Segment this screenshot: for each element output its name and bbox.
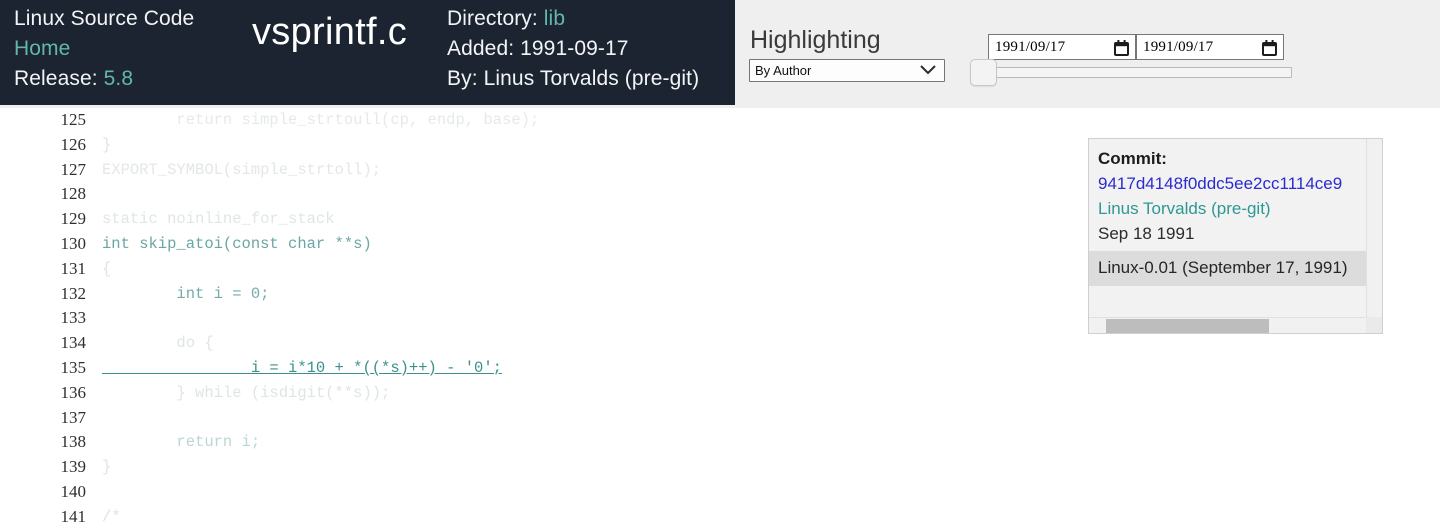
commit-hash-link[interactable]: 9417d4148f0ddc5ee2cc1114ce9 xyxy=(1098,171,1361,196)
commit-message: Linux-0.01 (September 17, 1991) xyxy=(1089,251,1369,286)
line-number: 139 xyxy=(0,455,86,480)
line-number: 129 xyxy=(0,207,86,232)
line-code-text[interactable]: i = i*10 + *((*s)++) - '0'; xyxy=(86,356,502,381)
top-header-bar: Linux Source Code Home Release: 5.8 vspr… xyxy=(0,0,1440,108)
site-title: Linux Source Code xyxy=(14,4,222,34)
release-value[interactable]: 5.8 xyxy=(104,67,134,90)
commit-info-tooltip: Commit: 9417d4148f0ddc5ee2cc1114ce9 Linu… xyxy=(1088,138,1383,334)
header-right-column: Directory: lib Added: 1991-09-17 By: Lin… xyxy=(437,0,699,94)
line-number: 134 xyxy=(0,331,86,356)
line-code-text[interactable]: } while (isdigit(**s)); xyxy=(86,381,390,406)
page-title-filename: vsprintf.c xyxy=(222,0,437,54)
line-code-text[interactable]: } xyxy=(86,133,111,158)
line-number: 140 xyxy=(0,480,86,505)
line-code-text[interactable]: static noinline_for_stack xyxy=(86,207,335,232)
code-line[interactable]: 136 } while (isdigit(**s)); xyxy=(0,381,1440,406)
file-info-header: Linux Source Code Home Release: 5.8 vspr… xyxy=(0,0,735,105)
line-number: 126 xyxy=(0,133,86,158)
code-line[interactable]: 141/* xyxy=(0,505,1440,530)
line-code-text[interactable]: /* xyxy=(86,505,121,530)
commit-author: Linus Torvalds (pre-git) xyxy=(1098,196,1361,221)
line-code-text[interactable]: } xyxy=(86,455,111,480)
added-info: Added: 1991-09-17 xyxy=(447,34,699,64)
author-info: By: Linus Torvalds (pre-git) xyxy=(447,64,699,94)
code-line[interactable]: 134 do { xyxy=(0,331,1440,356)
line-number: 128 xyxy=(0,182,86,207)
date-to-input[interactable]: 1991/09/17 xyxy=(1136,34,1284,60)
by-value: Linus Torvalds (pre-git) xyxy=(484,67,700,90)
added-value: 1991-09-17 xyxy=(520,37,628,60)
by-label: By: xyxy=(447,67,478,90)
home-link[interactable]: Home xyxy=(14,34,222,64)
date-from-input[interactable]: 1991/09/17 xyxy=(988,34,1136,60)
line-code-text[interactable]: { xyxy=(86,257,111,282)
scrollbar-corner xyxy=(1366,317,1382,333)
line-number: 131 xyxy=(0,257,86,282)
directory-link[interactable]: lib xyxy=(544,7,565,30)
code-line[interactable]: 135 i = i*10 + *((*s)++) - '0'; xyxy=(0,356,1440,381)
date-to-value: 1991/09/17 xyxy=(1143,39,1213,56)
code-line[interactable]: 138 return i; xyxy=(0,430,1440,455)
line-number: 133 xyxy=(0,306,86,331)
line-number: 127 xyxy=(0,158,86,183)
highlighting-mode-select[interactable]: By Author xyxy=(749,59,945,82)
header-left-column: Linux Source Code Home Release: 5.8 xyxy=(0,0,222,94)
source-code-viewer-page: Linux Source Code Home Release: 5.8 vspr… xyxy=(0,0,1440,531)
line-number: 125 xyxy=(0,108,86,133)
slider-track[interactable] xyxy=(982,67,1292,78)
line-number: 130 xyxy=(0,232,86,257)
date-range-slider[interactable] xyxy=(970,60,1292,86)
commit-date: Sep 18 1991 xyxy=(1098,221,1361,247)
vertical-scrollbar[interactable] xyxy=(1366,139,1382,319)
line-code-text[interactable]: int i = 0; xyxy=(86,282,269,307)
line-code-text[interactable]: int skip_atoi(const char **s) xyxy=(86,232,372,257)
highlighting-label: Highlighting xyxy=(750,26,881,54)
scroll-up-arrow-icon[interactable] xyxy=(1367,139,1383,155)
line-number: 138 xyxy=(0,430,86,455)
line-code-text[interactable]: EXPORT_SYMBOL(simple_strtoll); xyxy=(86,158,381,183)
release-label: Release: xyxy=(14,67,98,90)
line-number: 141 xyxy=(0,505,86,530)
code-line[interactable]: 137 xyxy=(0,406,1440,431)
calendar-icon[interactable] xyxy=(1114,40,1129,61)
home-link-label: Home xyxy=(14,37,70,60)
release-info: Release: 5.8 xyxy=(14,64,222,94)
line-number: 135 xyxy=(0,356,86,381)
horizontal-scrollbar[interactable] xyxy=(1089,317,1369,333)
line-code-text[interactable]: return simple_strtoull(cp, endp, base); xyxy=(86,108,539,133)
line-code-text[interactable]: return i; xyxy=(86,430,260,455)
calendar-icon[interactable] xyxy=(1262,40,1277,61)
directory-info: Directory: lib xyxy=(447,4,699,34)
line-code-text[interactable]: do { xyxy=(86,331,214,356)
added-label: Added: xyxy=(447,37,514,60)
commit-tooltip-content: Commit: 9417d4148f0ddc5ee2cc1114ce9 Linu… xyxy=(1089,139,1369,319)
directory-label: Directory: xyxy=(447,7,538,30)
slider-thumb[interactable] xyxy=(970,59,997,86)
scroll-left-arrow-icon[interactable] xyxy=(1089,318,1105,334)
line-number: 136 xyxy=(0,381,86,406)
code-line[interactable]: 125 return simple_strtoull(cp, endp, bas… xyxy=(0,108,1440,133)
code-line[interactable]: 139} xyxy=(0,455,1440,480)
horizontal-scrollbar-thumb[interactable] xyxy=(1106,319,1269,333)
date-from-value: 1991/09/17 xyxy=(995,39,1065,56)
commit-label: Commit: xyxy=(1098,146,1361,171)
highlighting-controls-panel: Highlighting By Author 1991/09/17 xyxy=(735,0,1440,108)
line-number: 132 xyxy=(0,282,86,307)
line-number: 137 xyxy=(0,406,86,431)
code-line[interactable]: 140 xyxy=(0,480,1440,505)
